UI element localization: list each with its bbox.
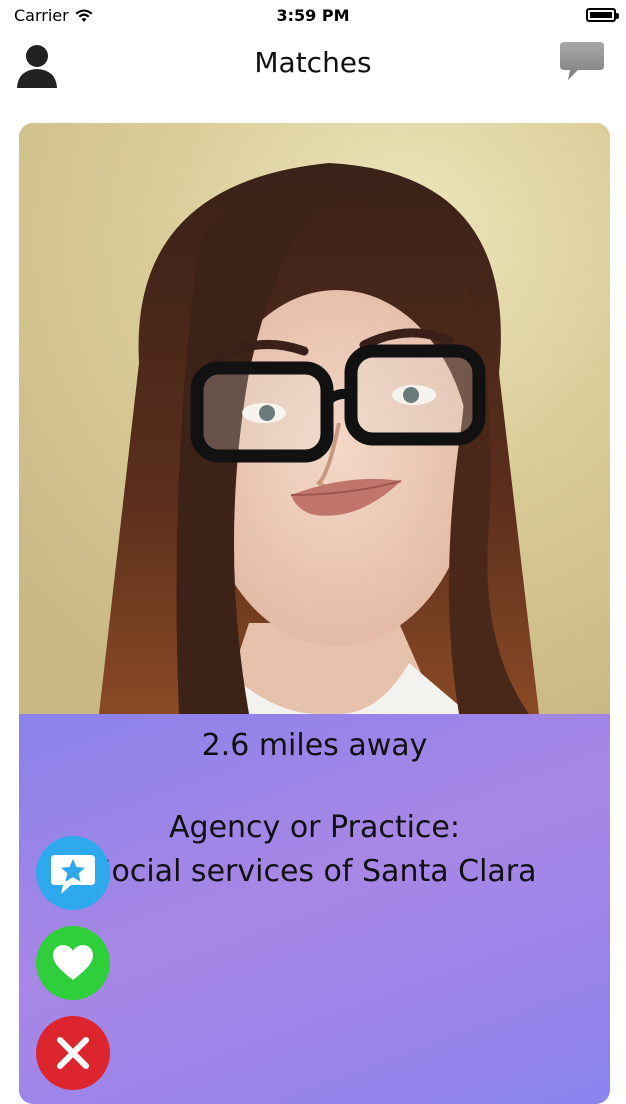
status-time: 3:59 PM (276, 6, 350, 25)
like-button[interactable] (36, 926, 110, 1000)
profile-photo (19, 123, 610, 714)
distance-text: 2.6 miles away (201, 728, 428, 763)
status-bar: Carrier 3:59 PM (0, 0, 626, 32)
battery-icon (586, 8, 619, 22)
star-message-icon (51, 855, 95, 894)
heart-icon (53, 945, 93, 980)
chat-button[interactable] (558, 40, 606, 84)
superlike-button[interactable] (36, 836, 110, 910)
app-header: Matches (0, 32, 626, 96)
profile-photo-illustration (19, 123, 610, 714)
dislike-button[interactable] (36, 1016, 110, 1090)
agency-label: Agency or Practice: (169, 810, 460, 845)
chat-bubble-icon (560, 42, 604, 80)
page-title: Matches (254, 46, 372, 79)
close-x-icon (57, 1037, 89, 1069)
